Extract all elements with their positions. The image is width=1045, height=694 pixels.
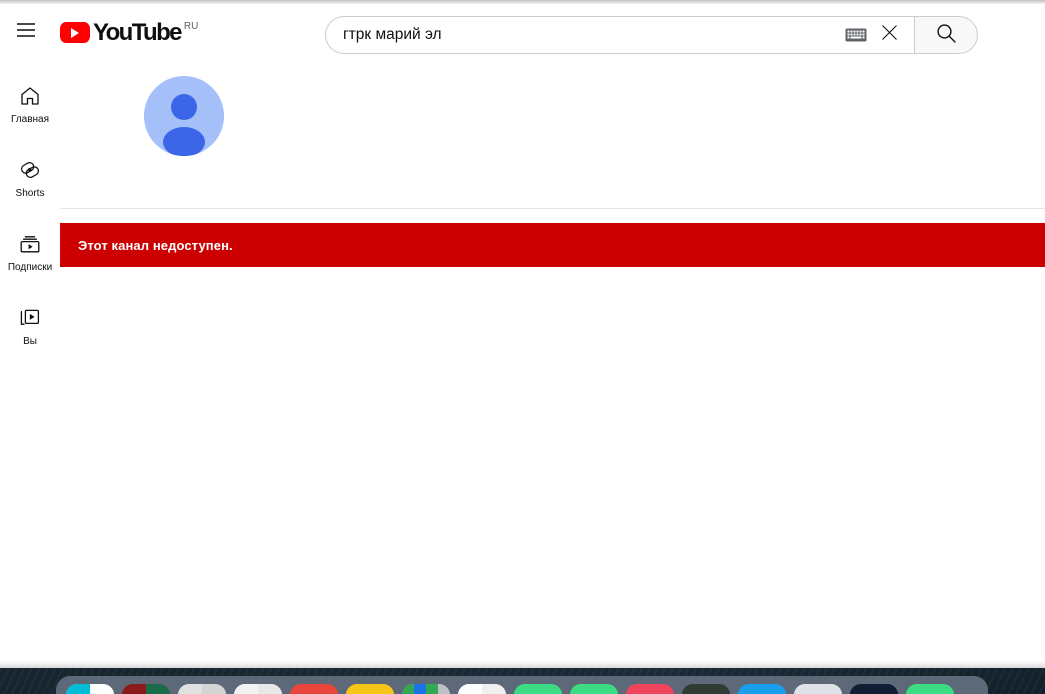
dock-item-icon bbox=[66, 684, 114, 694]
dock-item-icon bbox=[794, 684, 842, 694]
dock-item-icon bbox=[514, 684, 562, 694]
search-icon bbox=[934, 21, 958, 50]
youtube-logo-link[interactable]: YouTube RU bbox=[60, 19, 198, 45]
sidebar-item-home-label: Главная bbox=[10, 113, 50, 125]
channel-error-message: Этот канал недоступен. bbox=[78, 237, 233, 253]
dock-item-icon bbox=[570, 684, 618, 694]
dock-item-icon bbox=[178, 684, 226, 694]
dock-item-notes[interactable] bbox=[346, 684, 394, 694]
home-icon bbox=[18, 84, 42, 108]
dock-item-finder[interactable] bbox=[66, 684, 114, 694]
sidebar-item-home[interactable]: Главная bbox=[0, 70, 60, 138]
sidebar-item-you[interactable]: Вы bbox=[0, 292, 60, 360]
dock-item-icon bbox=[458, 684, 506, 694]
dock-item-launchpad[interactable] bbox=[122, 684, 170, 694]
channel-error-banner: Этот канал недоступен. bbox=[60, 223, 1045, 267]
sidebar-item-subscriptions[interactable]: Подписки bbox=[0, 218, 60, 286]
dock-item-icon bbox=[290, 684, 338, 694]
dock-item-icon bbox=[402, 684, 450, 694]
clear-search-button[interactable] bbox=[874, 20, 904, 50]
browser-window-bottom-edge bbox=[0, 660, 1045, 668]
you-library-icon bbox=[18, 306, 42, 330]
sidebar-item-you-label: Вы bbox=[23, 335, 37, 347]
hamburger-menu-button[interactable] bbox=[6, 12, 46, 52]
dock-item-icon bbox=[738, 684, 786, 694]
default-avatar-icon bbox=[144, 76, 224, 156]
dock-item-icon bbox=[682, 684, 730, 694]
dock-item-app-pink[interactable] bbox=[626, 684, 674, 694]
youtube-country-code: RU bbox=[183, 21, 199, 32]
dock-item-app-green-1[interactable] bbox=[514, 684, 562, 694]
search-area bbox=[325, 16, 978, 54]
content-divider bbox=[60, 208, 1045, 209]
hamburger-menu-icon bbox=[14, 18, 38, 47]
sidebar-item-subscriptions-label: Подписки bbox=[7, 261, 53, 273]
dock-item-app-multicolor[interactable] bbox=[402, 684, 450, 694]
sidebar-item-shorts[interactable]: Shorts bbox=[0, 144, 60, 212]
shorts-icon bbox=[18, 158, 42, 182]
dock-item-icon bbox=[906, 684, 954, 694]
search-submit-button[interactable] bbox=[914, 16, 978, 54]
dock-item-icon bbox=[626, 684, 674, 694]
dock-item-app-navy[interactable] bbox=[850, 684, 898, 694]
dock-item-app-light[interactable] bbox=[234, 684, 282, 694]
dock-item-icon bbox=[346, 684, 394, 694]
channel-avatar[interactable] bbox=[144, 76, 224, 156]
dock-item-terminal[interactable] bbox=[682, 684, 730, 694]
dock-item-app-green-2[interactable] bbox=[570, 684, 618, 694]
dock-item-app-red[interactable] bbox=[290, 684, 338, 694]
sidebar-item-shorts-label: Shorts bbox=[15, 187, 45, 199]
search-input[interactable] bbox=[343, 26, 844, 44]
mini-guide-sidebar: Главная Shorts Подписки Вы bbox=[0, 60, 60, 694]
dock-item-icon bbox=[122, 684, 170, 694]
youtube-play-icon bbox=[60, 22, 90, 43]
dock-item-icon bbox=[850, 684, 898, 694]
youtube-wordmark: YouTube bbox=[93, 19, 183, 46]
channel-page-content: Этот канал недоступен. bbox=[60, 60, 1045, 694]
close-icon bbox=[879, 22, 900, 48]
dock-item-icon bbox=[234, 684, 282, 694]
dock-item-app-white[interactable] bbox=[458, 684, 506, 694]
dock-item-system-settings[interactable] bbox=[178, 684, 226, 694]
search-box[interactable] bbox=[325, 16, 914, 54]
dock-item-app-blue[interactable] bbox=[738, 684, 786, 694]
desktop-strip bbox=[0, 668, 1045, 694]
dock-item-app-green-3[interactable] bbox=[906, 684, 954, 694]
dock-item-app-silver[interactable] bbox=[794, 684, 842, 694]
subscriptions-icon bbox=[18, 232, 42, 256]
channel-header bbox=[60, 60, 1045, 208]
os-dock bbox=[56, 676, 988, 694]
youtube-masthead: YouTube RU bbox=[0, 4, 1045, 60]
keyboard-icon[interactable] bbox=[844, 23, 868, 47]
